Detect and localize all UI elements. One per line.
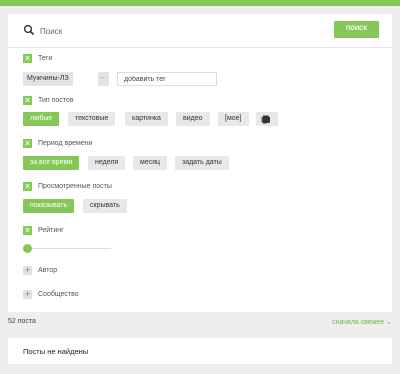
post-type-image[interactable]: картинка (125, 112, 168, 126)
post-type-any[interactable]: любые (23, 112, 60, 126)
viewed-label: Просмотренные посты (38, 183, 112, 190)
rating-slider-handle[interactable] (23, 244, 32, 253)
tags-checkbox[interactable]: ✕ (23, 54, 32, 63)
empty-results-message: Посты не найдены (23, 347, 89, 356)
tag-more-button[interactable]: ··· (97, 72, 109, 86)
post-type-mine[interactable]: [мое] (218, 112, 249, 126)
photo-stack-icon (261, 115, 270, 124)
post-type-video[interactable]: видео (176, 112, 210, 126)
rating-label: Рейтинг (38, 227, 64, 234)
tag-chip[interactable]: Мужчины-ЛЗ (23, 72, 73, 86)
rating-checkbox[interactable]: ✕ (23, 226, 32, 235)
search-filter-panel: ПОИСК ✕ Теги Мужчины-ЛЗ ··· ✕ Тип постов… (8, 14, 392, 312)
post-types-checkbox[interactable]: ✕ (23, 96, 32, 105)
post-types-label: Тип постов (38, 97, 74, 104)
viewed-hide[interactable]: скрывать (83, 199, 127, 213)
period-label: Период времени (38, 140, 93, 147)
period-month[interactable]: месяц (133, 156, 168, 170)
post-type-extra[interactable] (256, 112, 278, 126)
community-label: Сообщество (38, 291, 79, 298)
author-label: Автор (38, 267, 58, 274)
period-all-time[interactable]: за все время (23, 156, 80, 170)
period-week[interactable]: неделя (88, 156, 126, 170)
author-add-icon[interactable]: + (23, 266, 32, 275)
period-custom-dates[interactable]: задать даты (175, 156, 229, 170)
tags-label: Теги (38, 55, 53, 62)
results-box: Посты не найдены (8, 338, 392, 364)
post-count: 52 поста (8, 318, 36, 325)
viewed-checkbox[interactable]: ✕ (23, 182, 32, 191)
post-type-text[interactable]: текстовые (68, 112, 116, 126)
viewed-show[interactable]: показывать (23, 199, 75, 213)
rating-slider-track[interactable] (28, 248, 111, 249)
add-tag-input[interactable] (117, 72, 217, 86)
period-checkbox[interactable]: ✕ (23, 139, 32, 148)
top-accent-bar (0, 0, 400, 6)
search-row: ПОИСК (8, 14, 392, 48)
search-button[interactable]: ПОИСК (334, 21, 379, 38)
sort-label: сначала свежее (332, 319, 385, 326)
sort-dropdown[interactable]: сначала свежее ⌄ (332, 318, 392, 326)
chevron-down-icon: ⌄ (386, 319, 392, 326)
community-add-icon[interactable]: + (23, 290, 32, 299)
search-icon (23, 24, 35, 36)
search-input[interactable] (38, 22, 322, 40)
